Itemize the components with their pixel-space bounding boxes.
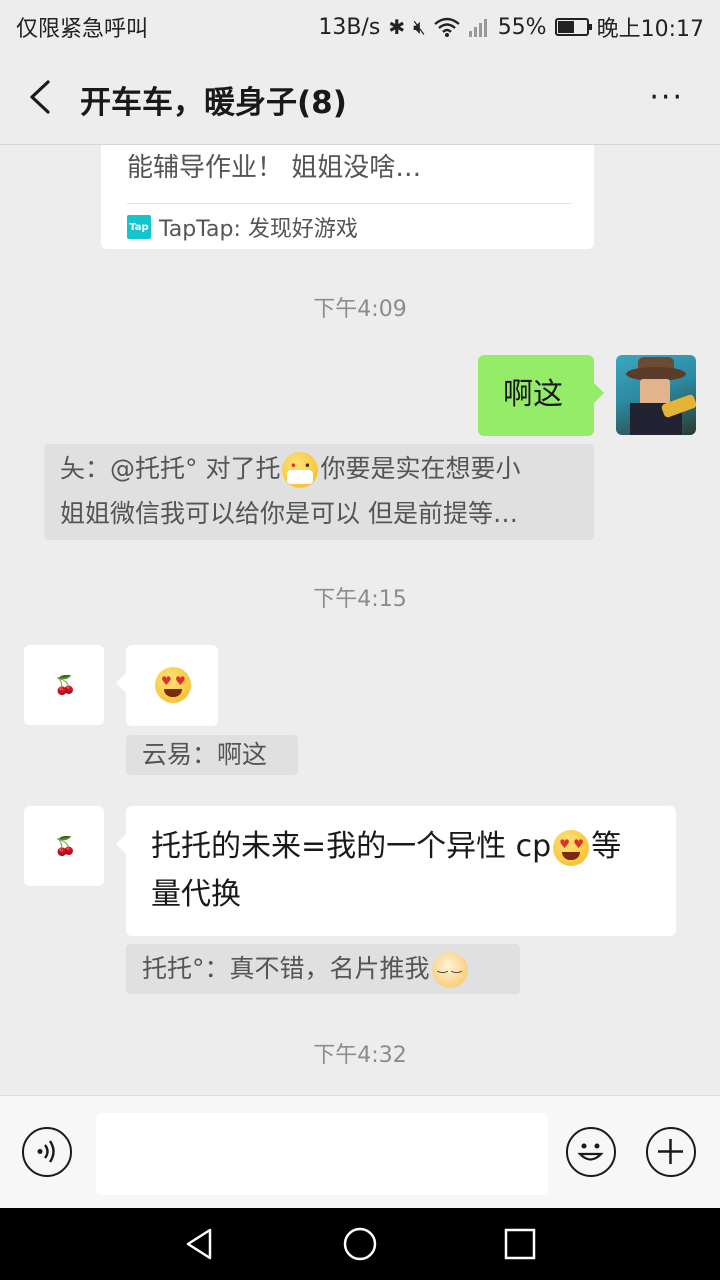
chat-title: 开车车，暖身子(8) (80, 85, 347, 121)
message-text: 量代换 (151, 877, 241, 912)
back-icon[interactable] (22, 76, 62, 118)
message-text: 等 (591, 829, 622, 864)
plus-icon[interactable] (646, 1127, 696, 1177)
mute-icon: 🔇︎ (413, 15, 426, 39)
message-line-1: 托托的未来=我的一个异性 cp ♥ ♥ 等 (151, 825, 621, 869)
battery-icon (554, 18, 592, 36)
doge-icon: ‿ ‿ (431, 952, 468, 988)
quote-text: 姐姐微信我可以给你是可以 但是前提等… (60, 499, 518, 528)
quote-line: 托托°：真不错，名片推我 ‿ ‿ (142, 944, 470, 994)
clock: 晚上10:17 (596, 17, 704, 42)
my-message-text: 啊这 (503, 377, 563, 412)
quote-text: 云易：啊这 (142, 740, 268, 769)
timestamp: 下午4:09 (313, 297, 407, 322)
timestamp: 下午4:32 (313, 1043, 407, 1068)
quoted-message[interactable]: 夨：@托托° 对了托 • • 你要是实在想要小 姐姐微信我可以给你是可以 但是前提等… (44, 444, 594, 540)
voice-icon[interactable] (22, 1127, 72, 1177)
battery-percent: 55% (497, 14, 547, 40)
status-bar: 仅限紧急呼叫 13B/s ✱ 🔇︎ 55% 晚上10:17 (0, 0, 720, 50)
cherry-icon: 🍒 (54, 836, 77, 857)
quote-line-2: 姐姐微信我可以给你是可以 但是前提等… (60, 492, 518, 536)
carrier-text: 仅限紧急呼叫 (16, 17, 149, 42)
taptap-logo-icon: Tap (127, 215, 151, 239)
mask-face-icon: • • (282, 452, 319, 488)
emoji-icon[interactable] (566, 1127, 616, 1177)
system-nav-bar (0, 1208, 720, 1280)
cherry-icon: 🍒 (54, 675, 77, 696)
wifi-icon (433, 17, 460, 37)
sender-avatar[interactable]: 🍒 (24, 806, 104, 886)
signal-icon (468, 19, 487, 37)
quote-text: 你要是实在想要小 (320, 454, 521, 483)
my-avatar[interactable] (616, 355, 696, 435)
message-line-2: 量代换 (151, 873, 241, 917)
nav-recents-icon[interactable] (502, 1226, 538, 1262)
nav-home-icon[interactable] (342, 1226, 378, 1262)
quote-line-1: 夨：@托托° 对了托 • • 你要是实在想要小 (60, 447, 520, 491)
bluetooth-icon: ✱ (388, 15, 406, 39)
quote-text: 托托°：真不错，名片推我 (142, 954, 430, 983)
net-speed: 13B/s (318, 14, 381, 40)
heart-eyes-icon: ♥ ♥ (553, 829, 590, 866)
emoji-message-bubble[interactable]: ♥ ♥ (116, 645, 218, 726)
message-text: 托托的未来=我的一个异性 cp (151, 829, 552, 864)
card-source-label: TapTap: 发现好游戏 (159, 217, 358, 242)
text-message-bubble[interactable]: 托托的未来=我的一个异性 cp ♥ ♥ 等 量代换 (116, 806, 676, 936)
card-divider (127, 203, 572, 204)
quoted-message[interactable]: 托托°：真不错，名片推我 ‿ ‿ (126, 944, 520, 994)
chat-message-list[interactable]: 能辅导作业！ 姐姐没啥… Tap TapTap: 发现好游戏 下午4:09 啊这… (0, 145, 720, 1095)
card-description: 能辅导作业！ 姐姐没啥… (127, 153, 422, 183)
sender-avatar[interactable]: 🍒 (24, 645, 104, 725)
message-input[interactable] (96, 1113, 548, 1195)
input-bar (0, 1095, 720, 1209)
chat-header: 开车车，暖身子(8) ··· (0, 50, 720, 145)
status-right: 13B/s ✱ 🔇︎ 55% 晚上10:17 (318, 11, 704, 43)
quote-text: 夨：@托托° 对了托 (60, 454, 281, 483)
nav-back-icon[interactable] (182, 1226, 218, 1262)
my-message-bubble[interactable]: 啊这 (478, 355, 604, 436)
timestamp: 下午4:15 (313, 587, 407, 612)
heart-eyes-icon: ♥ ♥ (155, 667, 191, 703)
more-options-icon[interactable]: ··· (649, 80, 684, 115)
card-source: Tap TapTap: 发现好游戏 (127, 211, 358, 243)
quoted-message[interactable]: 云易：啊这 (126, 735, 298, 775)
shared-link-card[interactable]: 能辅导作业！ 姐姐没啥… Tap TapTap: 发现好游戏 (101, 145, 594, 249)
